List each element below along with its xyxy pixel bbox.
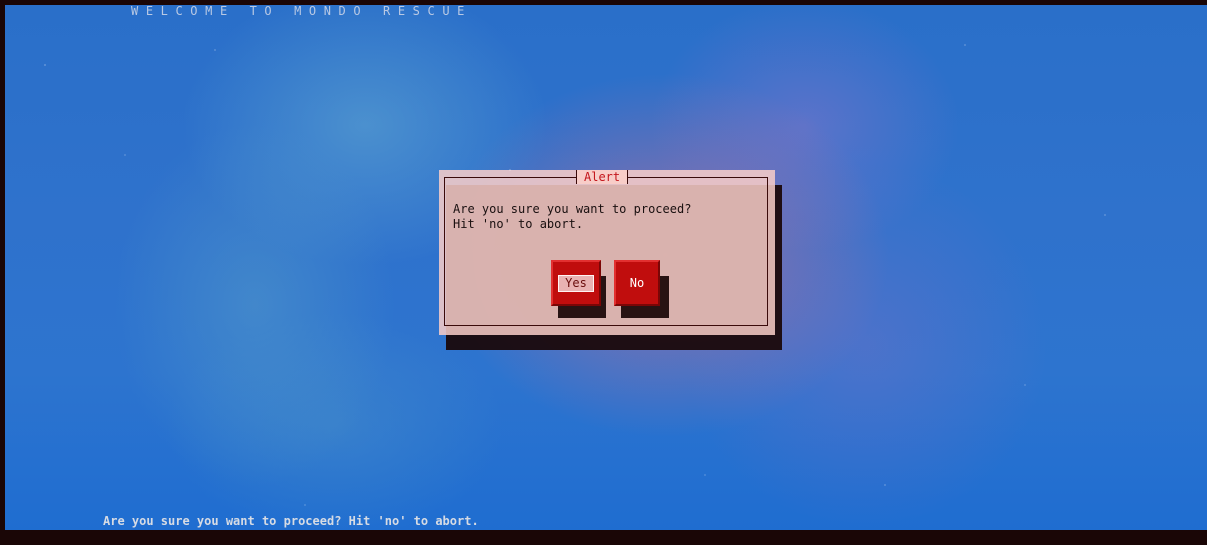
no-button[interactable]: No	[614, 260, 660, 306]
dialog-message-line-1: Are you sure you want to proceed?	[453, 202, 692, 216]
yes-button-label: Yes	[558, 274, 594, 292]
yes-button[interactable]: Yes	[551, 260, 601, 306]
dialog-frame	[444, 177, 768, 326]
screen-title: WELCOME TO MONDO RESCUE	[131, 5, 472, 18]
terminal-screen: WELCOME TO MONDO RESCUE Alert Are you su…	[5, 5, 1207, 530]
no-button-label: No	[629, 275, 645, 290]
alert-dialog: Alert Are you sure you want to proceed? …	[439, 170, 775, 335]
dialog-message-line-2: Hit 'no' to abort.	[453, 217, 584, 231]
status-line: Are you sure you want to proceed? Hit 'n…	[103, 514, 479, 528]
dialog-title: Alert	[576, 170, 629, 184]
